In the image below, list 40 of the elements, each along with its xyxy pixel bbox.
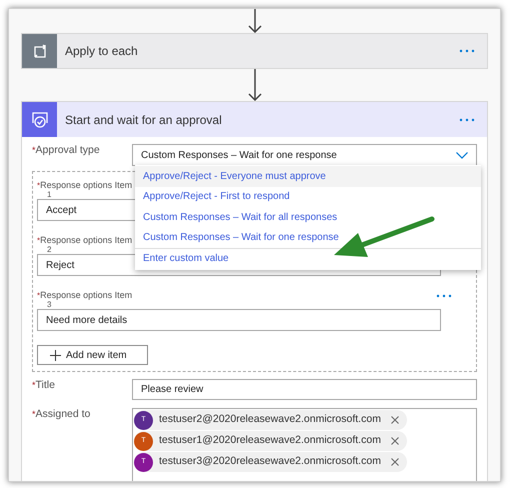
field-label: Approval type [36, 144, 100, 157]
required-marker: * [32, 408, 36, 419]
flow-arrow [248, 9, 262, 33]
approval-icon [30, 110, 50, 128]
item-number: 3 [47, 301, 52, 309]
more-options-icon[interactable] [436, 294, 452, 298]
remove-icon[interactable] [390, 416, 399, 424]
dropdown-option[interactable]: Enter custom value [135, 248, 481, 268]
apply-to-each-card[interactable]: Apply to each [21, 33, 488, 69]
field-label: Title [36, 379, 55, 392]
title-input[interactable]: Please review [132, 379, 477, 400]
response-option-input[interactable]: Need more details [37, 309, 441, 331]
required-marker: * [37, 290, 40, 301]
dropdown-option[interactable]: Custom Responses – Wait for all responses [135, 207, 481, 228]
required-marker: * [32, 379, 36, 392]
person-email: testuser1@2020releasewave2.onmicrosoft.com [159, 433, 381, 448]
dropdown-option[interactable]: Approve/Reject - First to respond [135, 186, 481, 207]
required-marker: * [37, 235, 40, 246]
loop-icon [32, 44, 48, 58]
field-label: Response options Item [40, 180, 132, 191]
chevron-down-icon [456, 152, 468, 158]
step-title: Apply to each [65, 43, 139, 60]
add-new-item-button[interactable]: Add new item [37, 345, 148, 365]
remove-icon[interactable] [390, 437, 399, 445]
remove-icon[interactable] [390, 458, 399, 466]
dropdown-option[interactable]: Approve/Reject - Everyone must approve [135, 166, 481, 186]
item-number: 1 [47, 191, 52, 199]
more-options-icon[interactable] [459, 49, 475, 53]
field-label: Response options Item [40, 290, 132, 301]
field-label: Response options Item [40, 235, 132, 246]
item-number: 2 [47, 246, 52, 254]
plus-icon [50, 350, 61, 360]
step-title: Start and wait for an approval [65, 112, 223, 128]
field-label: Assigned to [36, 408, 90, 421]
flow-arrow [248, 69, 262, 101]
required-marker: * [37, 180, 40, 191]
more-options-icon[interactable] [459, 118, 475, 122]
person-email: testuser2@2020releasewave2.onmicrosoft.com [159, 412, 381, 428]
required-marker: * [32, 144, 36, 155]
person-email: testuser3@2020releasewave2.onmicrosoft.com [159, 454, 381, 470]
